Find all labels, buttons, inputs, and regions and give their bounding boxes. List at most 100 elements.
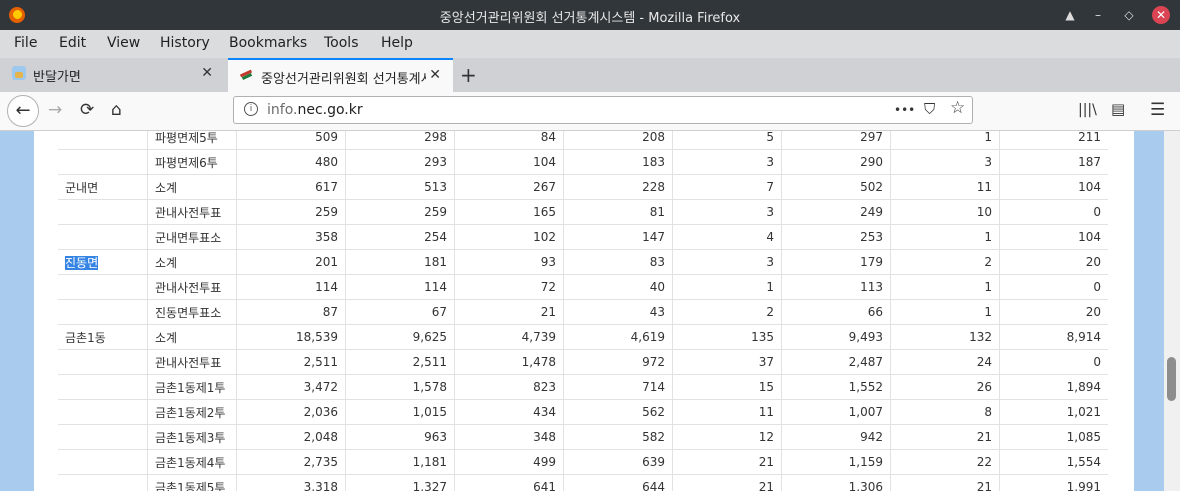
polling-station-cell: 소계 [147,174,237,200]
value-cell: 3 [672,149,782,175]
value-cell: 4,619 [563,324,673,350]
menu-bar: File Edit View History Bookmarks Tools H… [0,30,1180,58]
district-name: 군내면 [65,180,99,195]
menu-help[interactable]: Help [381,35,413,51]
tab-nec[interactable]: 중앙선거관리위원회 선거통계시스템 ✕ [228,58,453,92]
value-cell: 83 [563,249,673,275]
polling-station-cell: 금촌1동제1투 [147,374,237,400]
district-cell: 금촌1동 [58,324,148,350]
navigation-bar: ← → ⟳ ⌂ i info.nec.go.kr ••• ⛉ ☆ |||\ ▤ … [0,92,1180,131]
value-cell: 114 [236,274,346,300]
value-cell: 513 [345,174,455,200]
results-panel: 파평면제5투 509 298 84 208 5 297 1 211 파평면제6투 480 293 104… [34,131,1134,491]
value-cell: 181 [345,249,455,275]
minimize-button[interactable]: – [1089,6,1107,24]
keep-above-button[interactable]: ▲ [1061,6,1079,24]
value-cell: 20 [999,299,1108,325]
value-cell: 18,539 [236,324,346,350]
vertical-scrollbar[interactable] [1164,131,1180,491]
forward-button[interactable]: → [48,100,62,120]
value-cell: 113 [781,274,891,300]
sidebar-icon[interactable]: ▤ [1111,100,1125,118]
table-row: 관내사전투표 259 259 165 81 3 249 10 0 [58,199,1108,225]
library-icon[interactable]: |||\ [1078,102,1097,118]
value-cell: 502 [781,174,891,200]
value-cell: 179 [781,249,891,275]
scrollbar-thumb[interactable] [1167,357,1176,401]
value-cell: 201 [236,249,346,275]
table-row: 금촌1동제3투 2,048 963 348 582 12 942 21 1,085 [58,424,1108,450]
menu-bookmarks[interactable]: Bookmarks [229,35,307,51]
value-cell: 21 [454,299,564,325]
value-cell: 4 [672,224,782,250]
tab-label: 중앙선거관리위원회 선거통계시스템 [261,72,426,87]
value-cell: 714 [563,374,673,400]
table-row: 금촌1동 소계 18,539 9,625 4,739 4,619 135 9,493 132 8,… [58,324,1108,350]
menu-edit[interactable]: Edit [59,35,86,51]
reload-button[interactable]: ⟳ [80,100,94,120]
value-cell: 104 [454,149,564,175]
value-cell: 253 [781,224,891,250]
polling-station-cell: 관내사전투표 [147,274,237,300]
value-cell: 8,914 [999,324,1108,350]
site-info-icon[interactable]: i [244,102,258,116]
value-cell: 228 [563,174,673,200]
district-cell [58,274,148,300]
polling-station-cell: 금촌1동제2투 [147,399,237,425]
maximize-button[interactable]: ◇ [1120,6,1138,24]
value-cell: 8 [890,399,1000,425]
polling-station-cell: 진동면투표소 [147,299,237,325]
value-cell: 9,625 [345,324,455,350]
open-menu-icon[interactable]: ☰ [1150,100,1165,120]
value-cell: 87 [236,299,346,325]
value-cell: 3,472 [236,374,346,400]
page-actions-button[interactable]: ••• [894,103,915,117]
url-bar[interactable]: i info.nec.go.kr ••• ⛉ ☆ [233,96,973,124]
value-cell: 10 [890,199,1000,225]
close-tab-icon[interactable]: ✕ [201,65,213,81]
value-cell: 3 [672,249,782,275]
value-cell: 259 [236,199,346,225]
value-cell: 21 [672,449,782,475]
close-window-button[interactable]: ✕ [1152,6,1170,24]
value-cell: 1,159 [781,449,891,475]
value-cell: 66 [781,299,891,325]
value-cell: 1,015 [345,399,455,425]
value-cell: 24 [890,349,1000,375]
close-tab-icon[interactable]: ✕ [429,67,441,83]
window-title: 중앙선거관리위원회 선거통계시스템 - Mozilla Firefox [439,11,741,26]
menu-view[interactable]: View [107,35,140,51]
value-cell: 639 [563,449,673,475]
page-content: 파평면제5투 509 298 84 208 5 297 1 211 파평면제6투 480 293 104… [0,131,1180,491]
back-button[interactable]: ← [7,95,39,127]
value-cell: 290 [781,149,891,175]
tab-bandal[interactable]: 반달가면 ✕ [0,58,225,92]
polling-station-cell: 금촌1동제5투 [147,474,237,491]
menu-tools[interactable]: Tools [324,35,359,51]
menu-file[interactable]: File [14,35,37,51]
value-cell: 1,181 [345,449,455,475]
district-cell [58,399,148,425]
value-cell: 12 [672,424,782,450]
pocket-icon[interactable]: ⛉ [924,100,935,118]
home-button[interactable]: ⌂ [111,100,122,120]
new-tab-button[interactable]: + [460,63,477,87]
value-cell: 114 [345,274,455,300]
value-cell: 9,493 [781,324,891,350]
district-cell [58,299,148,325]
value-cell: 1,554 [999,449,1108,475]
value-cell: 1,085 [999,424,1108,450]
value-cell: 11 [890,174,1000,200]
district-cell [58,149,148,175]
value-cell: 1 [890,224,1000,250]
value-cell: 259 [345,199,455,225]
value-cell: 3 [890,149,1000,175]
value-cell: 135 [672,324,782,350]
value-cell: 15 [672,374,782,400]
nec-favicon-icon [240,69,252,81]
menu-history[interactable]: History [160,35,210,51]
value-cell: 26 [890,374,1000,400]
value-cell: 249 [781,199,891,225]
page-background-strip [1134,131,1164,491]
bookmark-star-icon[interactable]: ☆ [950,98,965,118]
